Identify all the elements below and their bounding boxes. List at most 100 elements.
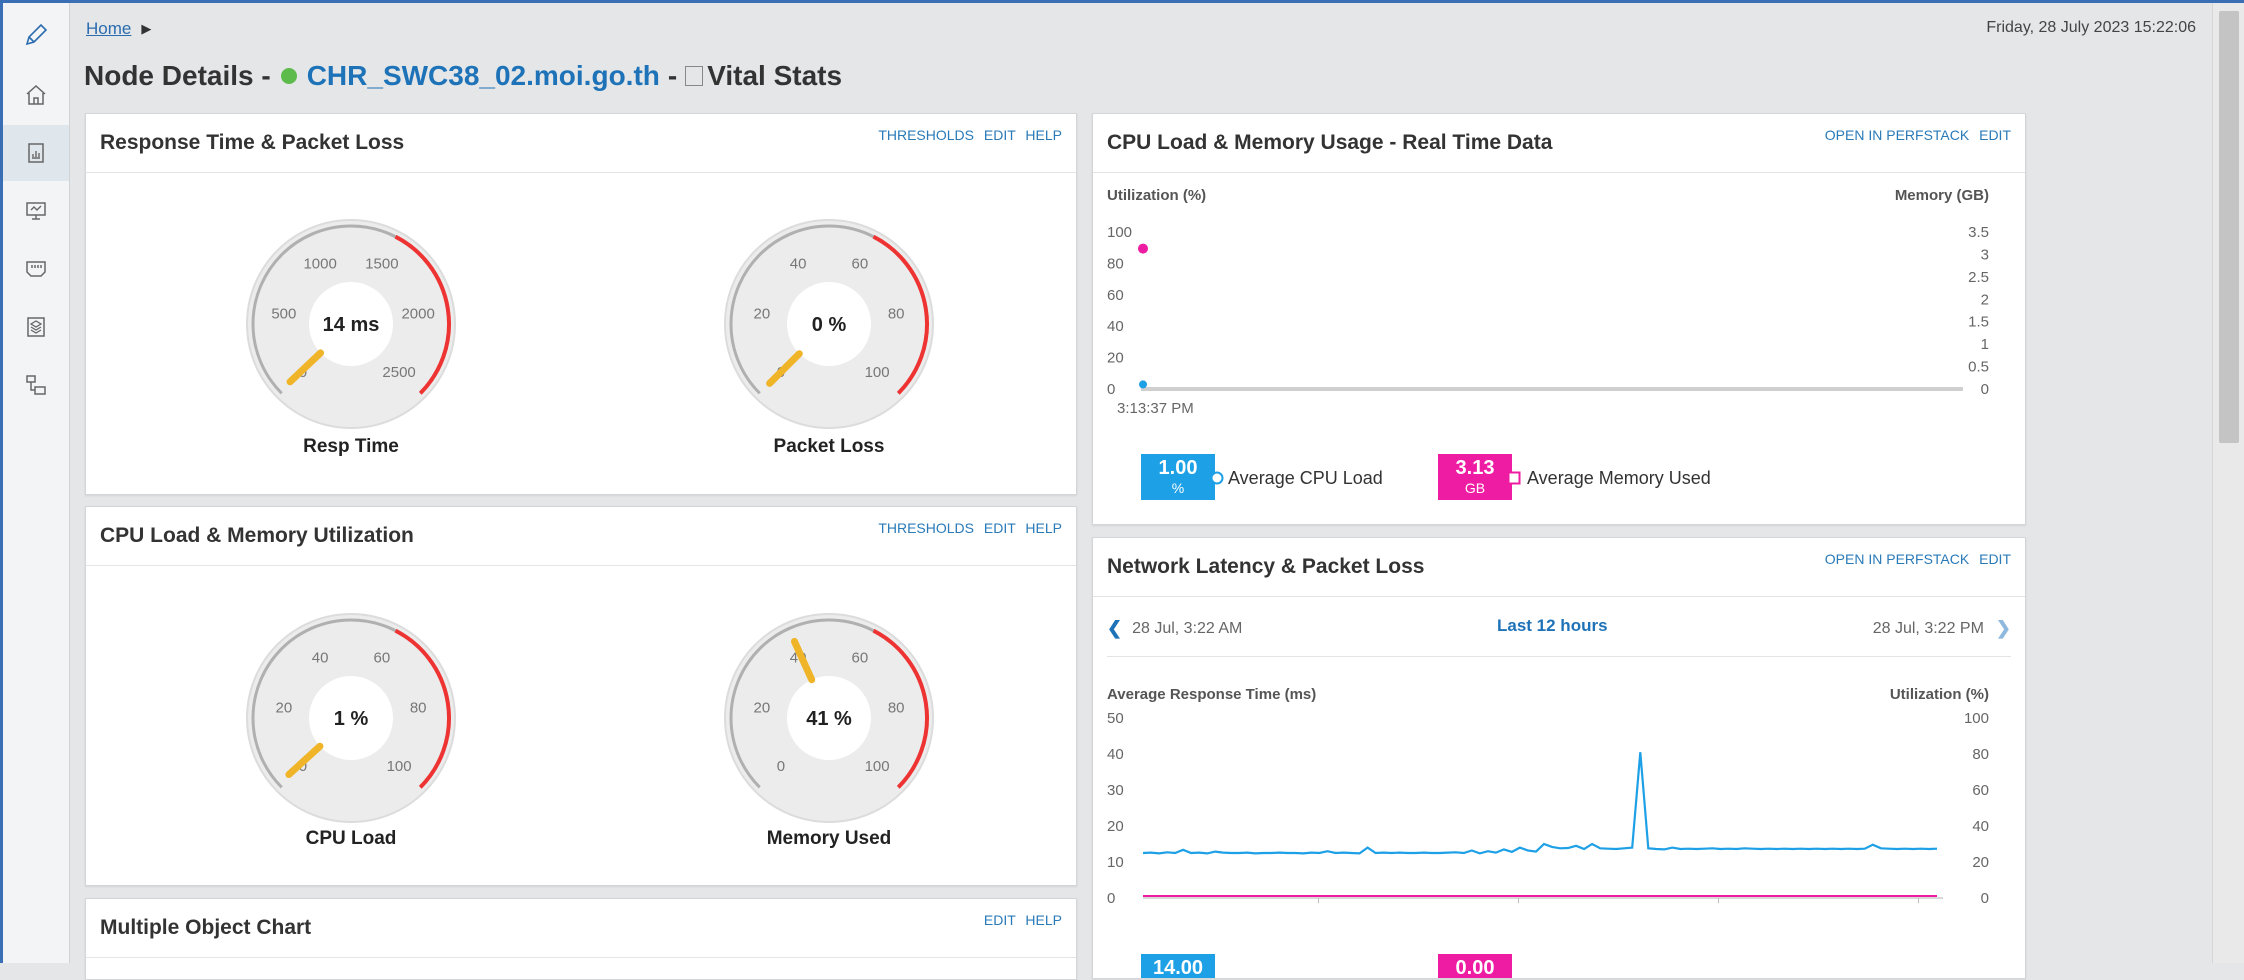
legend-label: Average CPU Load bbox=[1228, 468, 1383, 488]
y2-tick-label: 40 bbox=[1972, 818, 1989, 835]
breadcrumb-arrow-icon[interactable]: ▶ bbox=[141, 21, 151, 37]
panel-header: Network Latency & Packet Loss OPEN IN PE… bbox=[1093, 538, 2025, 597]
panel-multiple-object-chart: Multiple Object Chart EDIT HELP bbox=[85, 898, 1077, 980]
gauge-label: Memory Used bbox=[766, 828, 892, 849]
scrollbar-thumb[interactable] bbox=[2219, 11, 2239, 443]
x-tick-label: 3:13:37 PM bbox=[1117, 400, 1194, 414]
panel-links: OPEN IN PERFSTACK EDIT bbox=[1819, 551, 2011, 567]
y-tick-label: 60 bbox=[1107, 287, 1124, 304]
layers-icon[interactable] bbox=[3, 299, 69, 355]
edit-link[interactable]: EDIT bbox=[1979, 127, 2011, 143]
open-in-perfstack-link[interactable]: OPEN IN PERFSTACK bbox=[1825, 551, 1969, 567]
memory-marker-icon bbox=[1507, 471, 1521, 485]
legend-value: 0.00 bbox=[1455, 957, 1495, 979]
y-tick-label: 40 bbox=[1107, 318, 1124, 335]
memory-used-gauge: 02040608010041 % bbox=[724, 613, 934, 823]
thresholds-link[interactable]: THRESHOLDS bbox=[878, 520, 974, 536]
view-icon bbox=[685, 66, 704, 86]
y2-tick-label: 60 bbox=[1972, 782, 1989, 799]
edit-link[interactable]: EDIT bbox=[984, 520, 1016, 536]
y2-tick-label: 0 bbox=[1981, 381, 1989, 398]
y2-tick-label: 3.5 bbox=[1968, 224, 1989, 241]
window-frame-top bbox=[0, 0, 2244, 3]
realtime-chart: 1008060402003.532.521.510.503:13:37 PM bbox=[1107, 224, 1989, 414]
panel-title: Network Latency & Packet Loss bbox=[1107, 555, 1425, 578]
chevron-right-icon[interactable]: ❯ bbox=[1996, 618, 2011, 639]
y2-tick-label: 1.5 bbox=[1968, 314, 1989, 331]
legend-value: 14.00 bbox=[1152, 957, 1204, 979]
cpu-load-gauge: 02040 60801001 % bbox=[246, 613, 456, 823]
breadcrumb-home-link[interactable]: Home bbox=[86, 19, 131, 39]
latency-chart: 504030201001008060402006:00 AM9:00 AM12:… bbox=[1107, 710, 1989, 907]
gauge-tick-label: 60 bbox=[374, 649, 391, 666]
panel-links: OPEN IN PERFSTACK EDIT bbox=[1819, 127, 2011, 143]
range-start: 28 Jul, 3:22 AM bbox=[1132, 619, 1243, 637]
panel-header: CPU Load & Memory Utilization THRESHOLDS… bbox=[86, 507, 1076, 566]
legend-label: Average Memory Used bbox=[1527, 468, 1711, 488]
thresholds-link[interactable]: THRESHOLDS bbox=[878, 127, 974, 143]
avg-memory-legend-box: 3.13 GB bbox=[1438, 454, 1512, 500]
avg-response-legend-box: 14.00 bbox=[1141, 954, 1215, 979]
gauge-tick-label: 100 bbox=[865, 364, 890, 381]
y2-tick-label: 0.5 bbox=[1968, 359, 1989, 376]
chevron-left-icon[interactable]: ❮ bbox=[1107, 618, 1122, 639]
gauge-tick-label: 80 bbox=[888, 699, 905, 716]
time-range-nav: ❮ 28 Jul, 3:22 AM Last 12 hours 28 Jul, … bbox=[1107, 600, 2011, 657]
range-end: 28 Jul, 3:22 PM bbox=[1872, 619, 1984, 637]
edit-link[interactable]: EDIT bbox=[984, 127, 1016, 143]
nav-left: ❮ 28 Jul, 3:22 AM bbox=[1107, 618, 1242, 639]
help-link[interactable]: HELP bbox=[1025, 127, 1062, 143]
resp-time-gauge: 0500100015002000250014 ms bbox=[246, 219, 456, 429]
page-scrollbar[interactable] bbox=[2212, 3, 2244, 963]
gauge-value: 0 % bbox=[812, 314, 847, 336]
right-axis-title: Memory (GB) bbox=[1894, 187, 1989, 204]
legend-value: 3.13 bbox=[1455, 457, 1495, 479]
monitor-icon[interactable] bbox=[3, 183, 69, 239]
help-link[interactable]: HELP bbox=[1025, 912, 1062, 928]
open-in-perfstack-link[interactable]: OPEN IN PERFSTACK bbox=[1825, 127, 1969, 143]
cpu-marker-icon bbox=[1210, 471, 1224, 485]
gauge-label: Packet Loss bbox=[773, 436, 885, 457]
y2-tick-label: 100 bbox=[1964, 710, 1989, 727]
pencil-icon[interactable] bbox=[3, 7, 69, 63]
node-name-link[interactable]: CHR_SWC38_02.moi.go.th bbox=[307, 60, 660, 92]
page-title-prefix: Node Details - bbox=[84, 60, 271, 91]
gauge-tick-label: 1000 bbox=[303, 255, 336, 272]
cpu-load-point bbox=[1139, 380, 1147, 389]
gauge-tick-label: 500 bbox=[271, 305, 296, 322]
nav-right: 28 Jul, 3:22 PM ❯ bbox=[1873, 618, 2011, 639]
panel-title: Response Time & Packet Loss bbox=[100, 131, 405, 154]
panel-response-time: Response Time & Packet Loss THRESHOLDS E… bbox=[85, 113, 1077, 495]
y2-tick-label: 0 bbox=[1981, 890, 1989, 907]
gauge-tick-label: 20 bbox=[275, 699, 292, 716]
y2-tick-label: 80 bbox=[1972, 746, 1989, 763]
edit-link[interactable]: EDIT bbox=[984, 912, 1016, 928]
home-icon[interactable] bbox=[3, 67, 69, 123]
panel-header: Response Time & Packet Loss THRESHOLDS E… bbox=[86, 114, 1076, 173]
chart-page-icon[interactable] bbox=[3, 125, 69, 181]
panel-header: Multiple Object Chart EDIT HELP bbox=[86, 899, 1076, 958]
y2-tick-label: 1 bbox=[1981, 336, 1989, 353]
y-tick-label: 80 bbox=[1107, 255, 1124, 272]
gauge-tick-label: 0 bbox=[777, 758, 785, 775]
left-sidebar bbox=[3, 3, 70, 963]
avg-response-time-line bbox=[1142, 752, 1938, 855]
y-tick-label: 10 bbox=[1107, 854, 1124, 871]
network-port-icon[interactable] bbox=[3, 241, 69, 297]
edit-link[interactable]: EDIT bbox=[1979, 551, 2011, 567]
gauge-tick-label: 80 bbox=[888, 305, 905, 322]
topology-icon[interactable] bbox=[3, 357, 69, 413]
gauge-tick-label: 40 bbox=[312, 649, 329, 666]
y-tick-label: 50 bbox=[1107, 710, 1124, 727]
gauge-value: 14 ms bbox=[323, 314, 380, 336]
y-tick-label: 0 bbox=[1107, 381, 1115, 398]
packet-loss-gauge: 0204060801000 % bbox=[724, 219, 934, 429]
left-axis-title: Average Response Time (ms) bbox=[1107, 686, 1317, 703]
panel-network-latency: Network Latency & Packet Loss OPEN IN PE… bbox=[1092, 537, 2026, 979]
range-selector[interactable]: Last 12 hours bbox=[1497, 616, 1608, 636]
gauge-tick-label: 2000 bbox=[401, 305, 434, 322]
gauge-tick-label: 20 bbox=[753, 699, 770, 716]
help-link[interactable]: HELP bbox=[1025, 520, 1062, 536]
gauge-value: 1 % bbox=[334, 708, 369, 730]
panel-links: THRESHOLDS EDIT HELP bbox=[872, 127, 1062, 143]
